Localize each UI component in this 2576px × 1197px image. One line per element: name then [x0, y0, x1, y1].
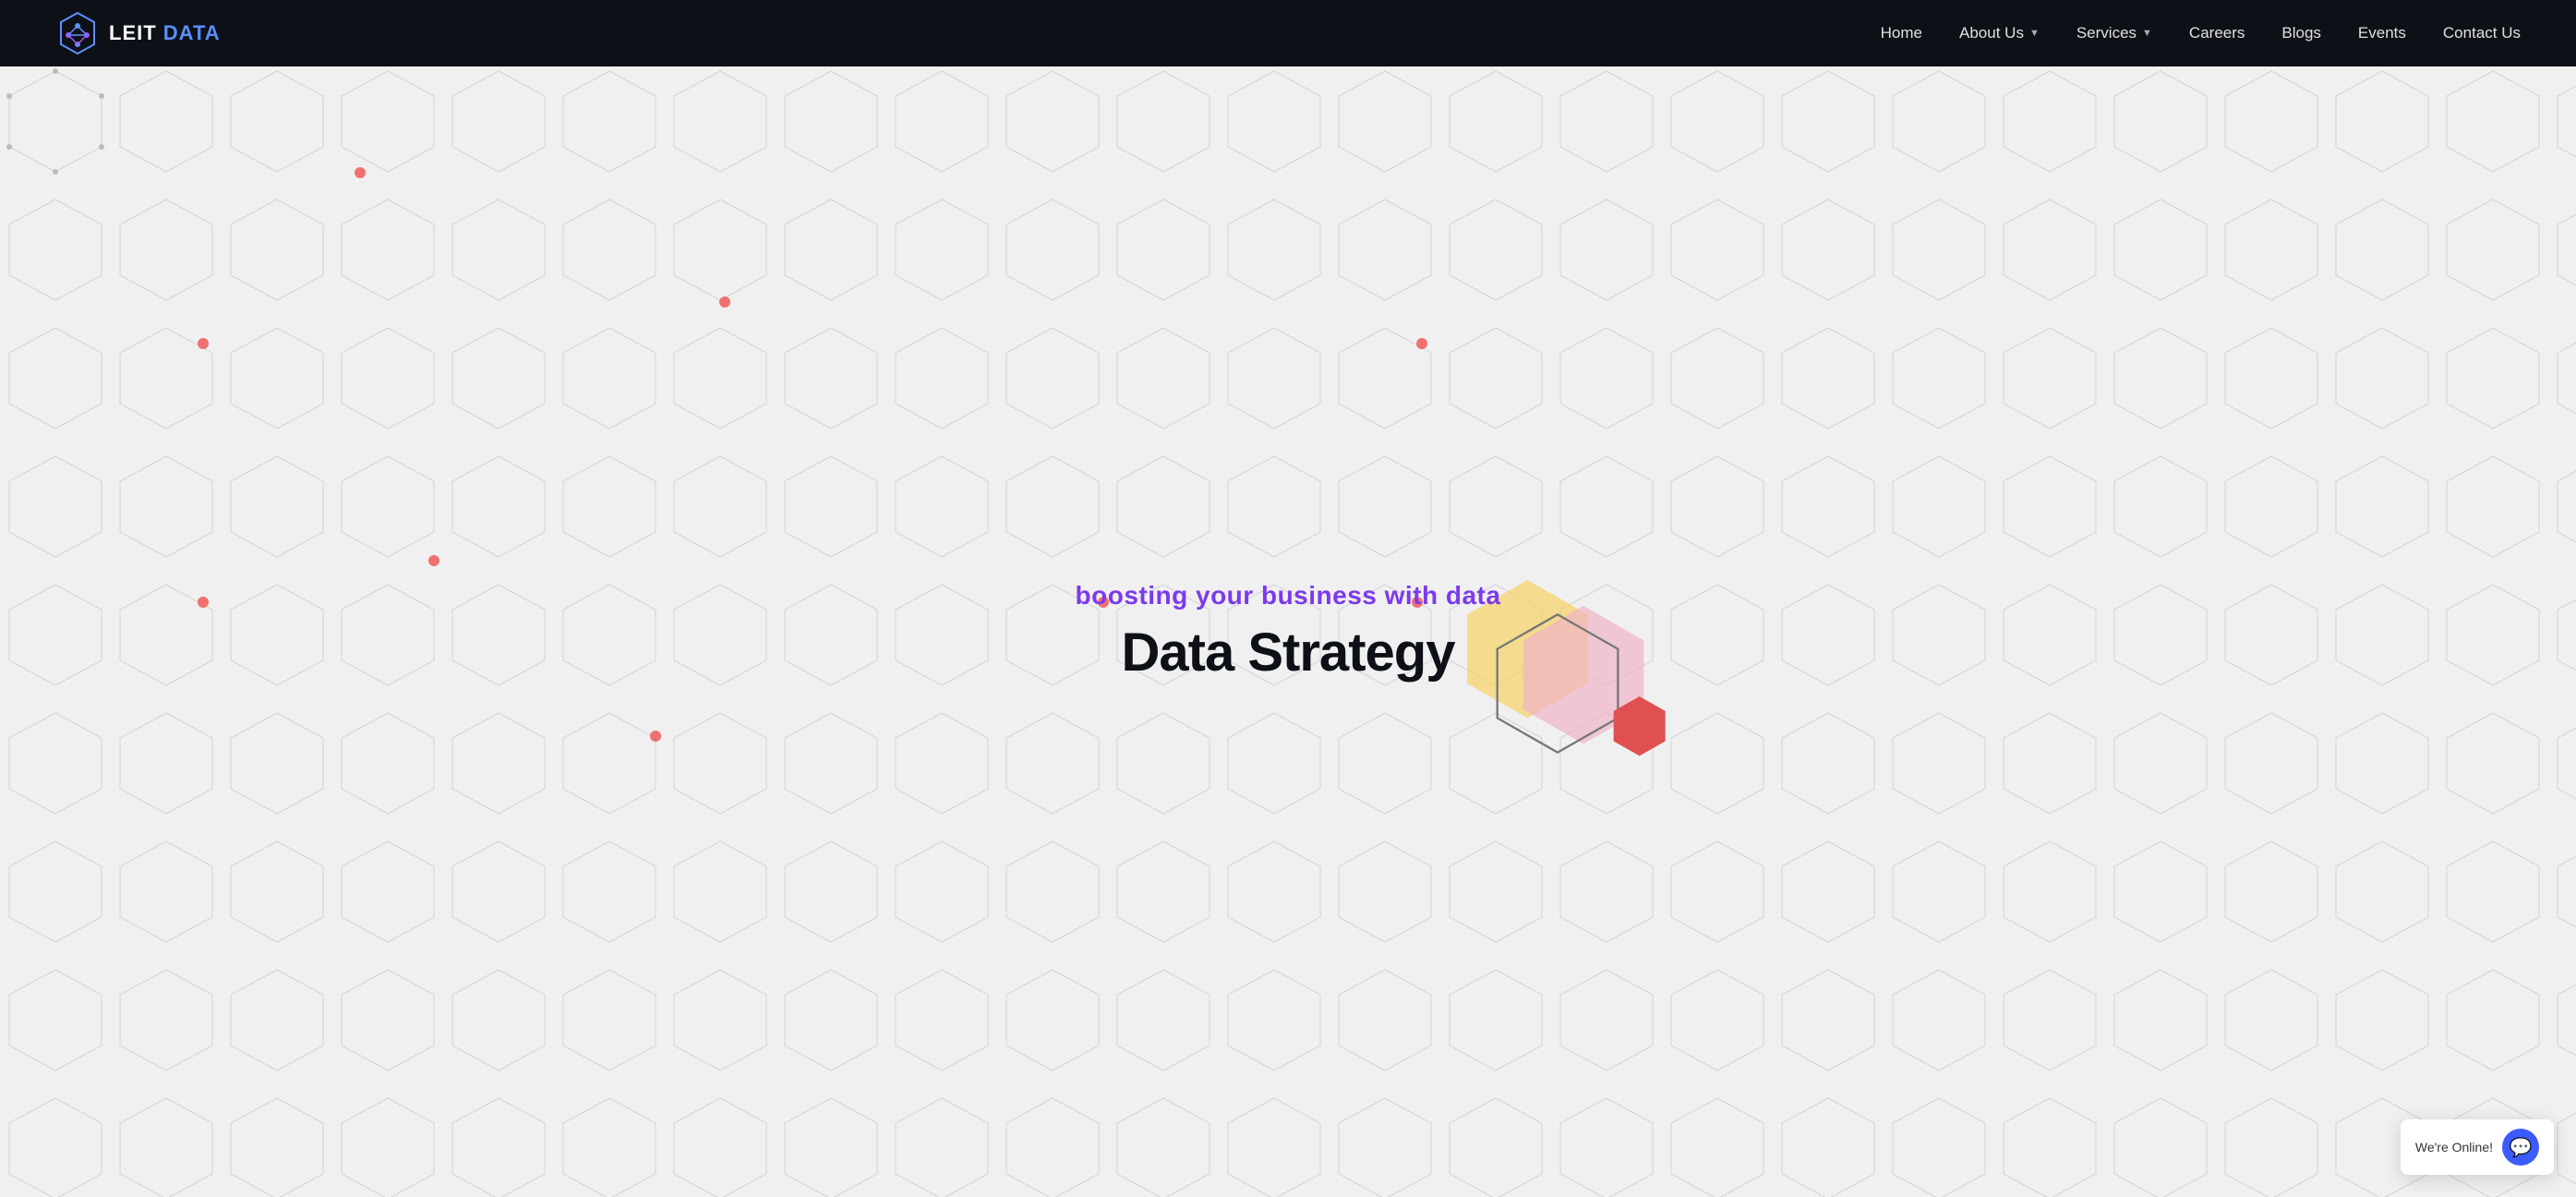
logo-icon [55, 11, 100, 55]
nav-item-careers[interactable]: Careers [2189, 24, 2245, 42]
nav-item-about[interactable]: About Us ▼ [1959, 24, 2040, 42]
chat-button[interactable]: 💬 [2502, 1129, 2539, 1166]
hero-content: boosting your business with data Data St… [1076, 581, 1501, 683]
nav-menu: Home About Us ▼ Services ▼ Careers Blogs… [1881, 24, 2521, 42]
chevron-down-icon: ▼ [2142, 28, 2152, 39]
nav-item-services[interactable]: Services ▼ [2076, 24, 2152, 42]
nav-item-events[interactable]: Events [2358, 24, 2406, 42]
chat-label: We're Online! [2415, 1140, 2493, 1155]
hero-section: boosting your business with data Data St… [0, 66, 2576, 1197]
logo[interactable]: LEIT DATA [55, 11, 221, 55]
hero-subtitle: boosting your business with data [1076, 581, 1501, 611]
nav-item-home[interactable]: Home [1881, 24, 1922, 42]
nav-item-blogs[interactable]: Blogs [2281, 24, 2321, 42]
navbar: LEIT DATA Home About Us ▼ Services ▼ Car… [0, 0, 2576, 66]
nav-item-contact[interactable]: Contact Us [2443, 24, 2521, 42]
chat-widget: We're Online! 💬 [2401, 1119, 2554, 1175]
hero-title: Data Strategy [1076, 622, 1501, 683]
chevron-down-icon: ▼ [2029, 28, 2040, 39]
logo-text: LEIT DATA [109, 21, 221, 45]
